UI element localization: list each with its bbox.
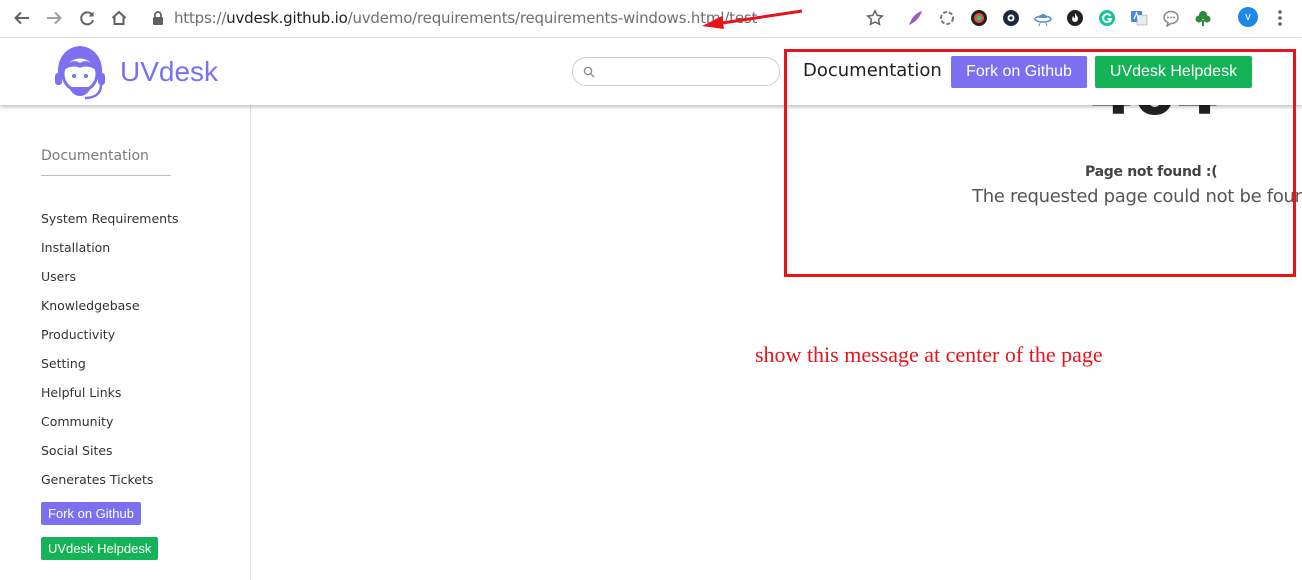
search-input[interactable] <box>601 61 775 83</box>
search-box[interactable] <box>572 57 780 86</box>
home-icon <box>111 10 127 25</box>
header-documentation-link[interactable]: Documentation <box>803 60 942 81</box>
error-message: The requested page could not be found. <box>972 186 1302 207</box>
browser-toolbar: https://uvdesk.github.io/uvdemo/requirem… <box>0 0 1302 38</box>
url-text: https://uvdesk.github.io/uvdemo/requirem… <box>174 9 757 27</box>
sidebar-helpdesk-button[interactable]: UVdesk Helpdesk <box>41 537 159 560</box>
annotation-note: show this message at center of the page <box>755 342 1103 367</box>
arrow-left-icon <box>14 11 29 25</box>
sidebar-item-social-sites[interactable]: Social Sites <box>41 443 179 472</box>
camera-extension-icon[interactable] <box>1002 9 1020 27</box>
sidebar-item-installation[interactable]: Installation <box>41 240 179 269</box>
flame-extension-icon[interactable] <box>1066 9 1084 27</box>
url-path: /uvdemo/requirements/requirements-window… <box>347 9 758 27</box>
profile-initial: v <box>1245 11 1251 23</box>
star-icon[interactable] <box>866 9 884 27</box>
sidebar: Documentation System Requirements Instal… <box>0 105 251 580</box>
forward-button[interactable] <box>44 8 64 28</box>
sync-extension-icon[interactable] <box>938 9 956 27</box>
tree-extension-icon[interactable] <box>1194 9 1212 27</box>
home-button[interactable] <box>109 8 129 28</box>
translate-extension-icon[interactable] <box>1130 9 1148 27</box>
sidebar-item-system-requirements[interactable]: System Requirements <box>41 211 179 240</box>
sidebar-fork-button[interactable]: Fork on Github <box>41 502 141 525</box>
site-header: UVdesk Documentation Fork on Github UVde… <box>0 38 1302 105</box>
header-helpdesk-button[interactable]: UVdesk Helpdesk <box>1095 56 1252 88</box>
sidebar-item-community[interactable]: Community <box>41 414 179 443</box>
sidebar-item-helpful-links[interactable]: Helpful Links <box>41 385 179 414</box>
annotation-arrow <box>702 9 803 29</box>
colorwheel-extension-icon[interactable] <box>970 9 988 27</box>
quill-extension-icon[interactable] <box>906 9 924 27</box>
sidebar-nav: System Requirements Installation Users K… <box>41 211 179 501</box>
sidebar-divider <box>41 175 171 176</box>
url-protocol: https:// <box>174 9 227 27</box>
arrow-right-icon <box>47 11 62 25</box>
back-button[interactable] <box>12 8 32 28</box>
url-host: uvdesk.github.io <box>226 9 348 27</box>
chat-extension-icon[interactable] <box>1162 9 1180 28</box>
kebab-menu-icon[interactable] <box>1273 8 1287 28</box>
header-fork-button[interactable]: Fork on Github <box>951 56 1087 88</box>
grammarly-extension-icon[interactable] <box>1098 9 1116 27</box>
lock-icon <box>153 11 163 25</box>
sidebar-item-setting[interactable]: Setting <box>41 356 179 385</box>
reload-button[interactable] <box>77 8 97 28</box>
sidebar-title: Documentation <box>41 148 149 164</box>
ufo-extension-icon[interactable] <box>1034 9 1052 27</box>
error-title: Page not found :( <box>1085 164 1218 180</box>
sidebar-item-generates-tickets[interactable]: Generates Tickets <box>41 472 179 501</box>
uvdesk-logo-icon[interactable] <box>49 41 111 103</box>
sidebar-item-users[interactable]: Users <box>41 269 179 298</box>
logo-text[interactable]: UVdesk <box>120 56 218 88</box>
sidebar-item-productivity[interactable]: Productivity <box>41 327 179 356</box>
reload-icon <box>80 11 94 26</box>
search-icon <box>583 66 595 78</box>
sidebar-item-knowledgebase[interactable]: Knowledgebase <box>41 298 179 327</box>
profile-avatar[interactable]: v <box>1238 7 1258 27</box>
